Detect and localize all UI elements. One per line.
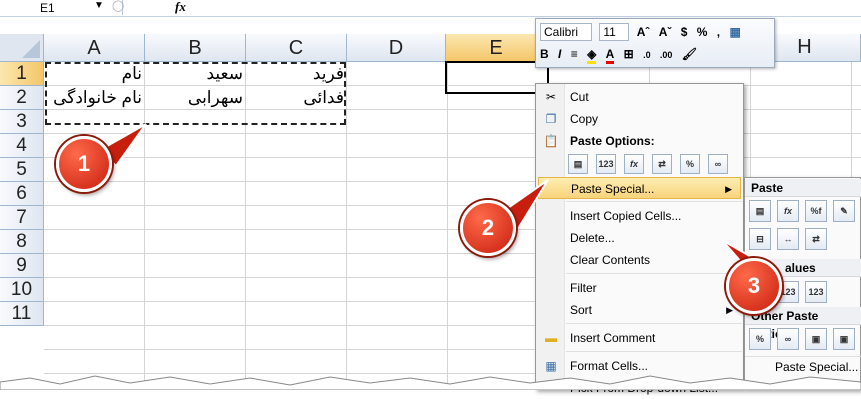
callout-tails (98, 123, 762, 272)
callout-step-1: 1 (56, 136, 112, 192)
callout-step-2: 2 (460, 200, 516, 256)
callout-step-3: 3 (726, 258, 782, 314)
torn-edge (0, 375, 861, 390)
